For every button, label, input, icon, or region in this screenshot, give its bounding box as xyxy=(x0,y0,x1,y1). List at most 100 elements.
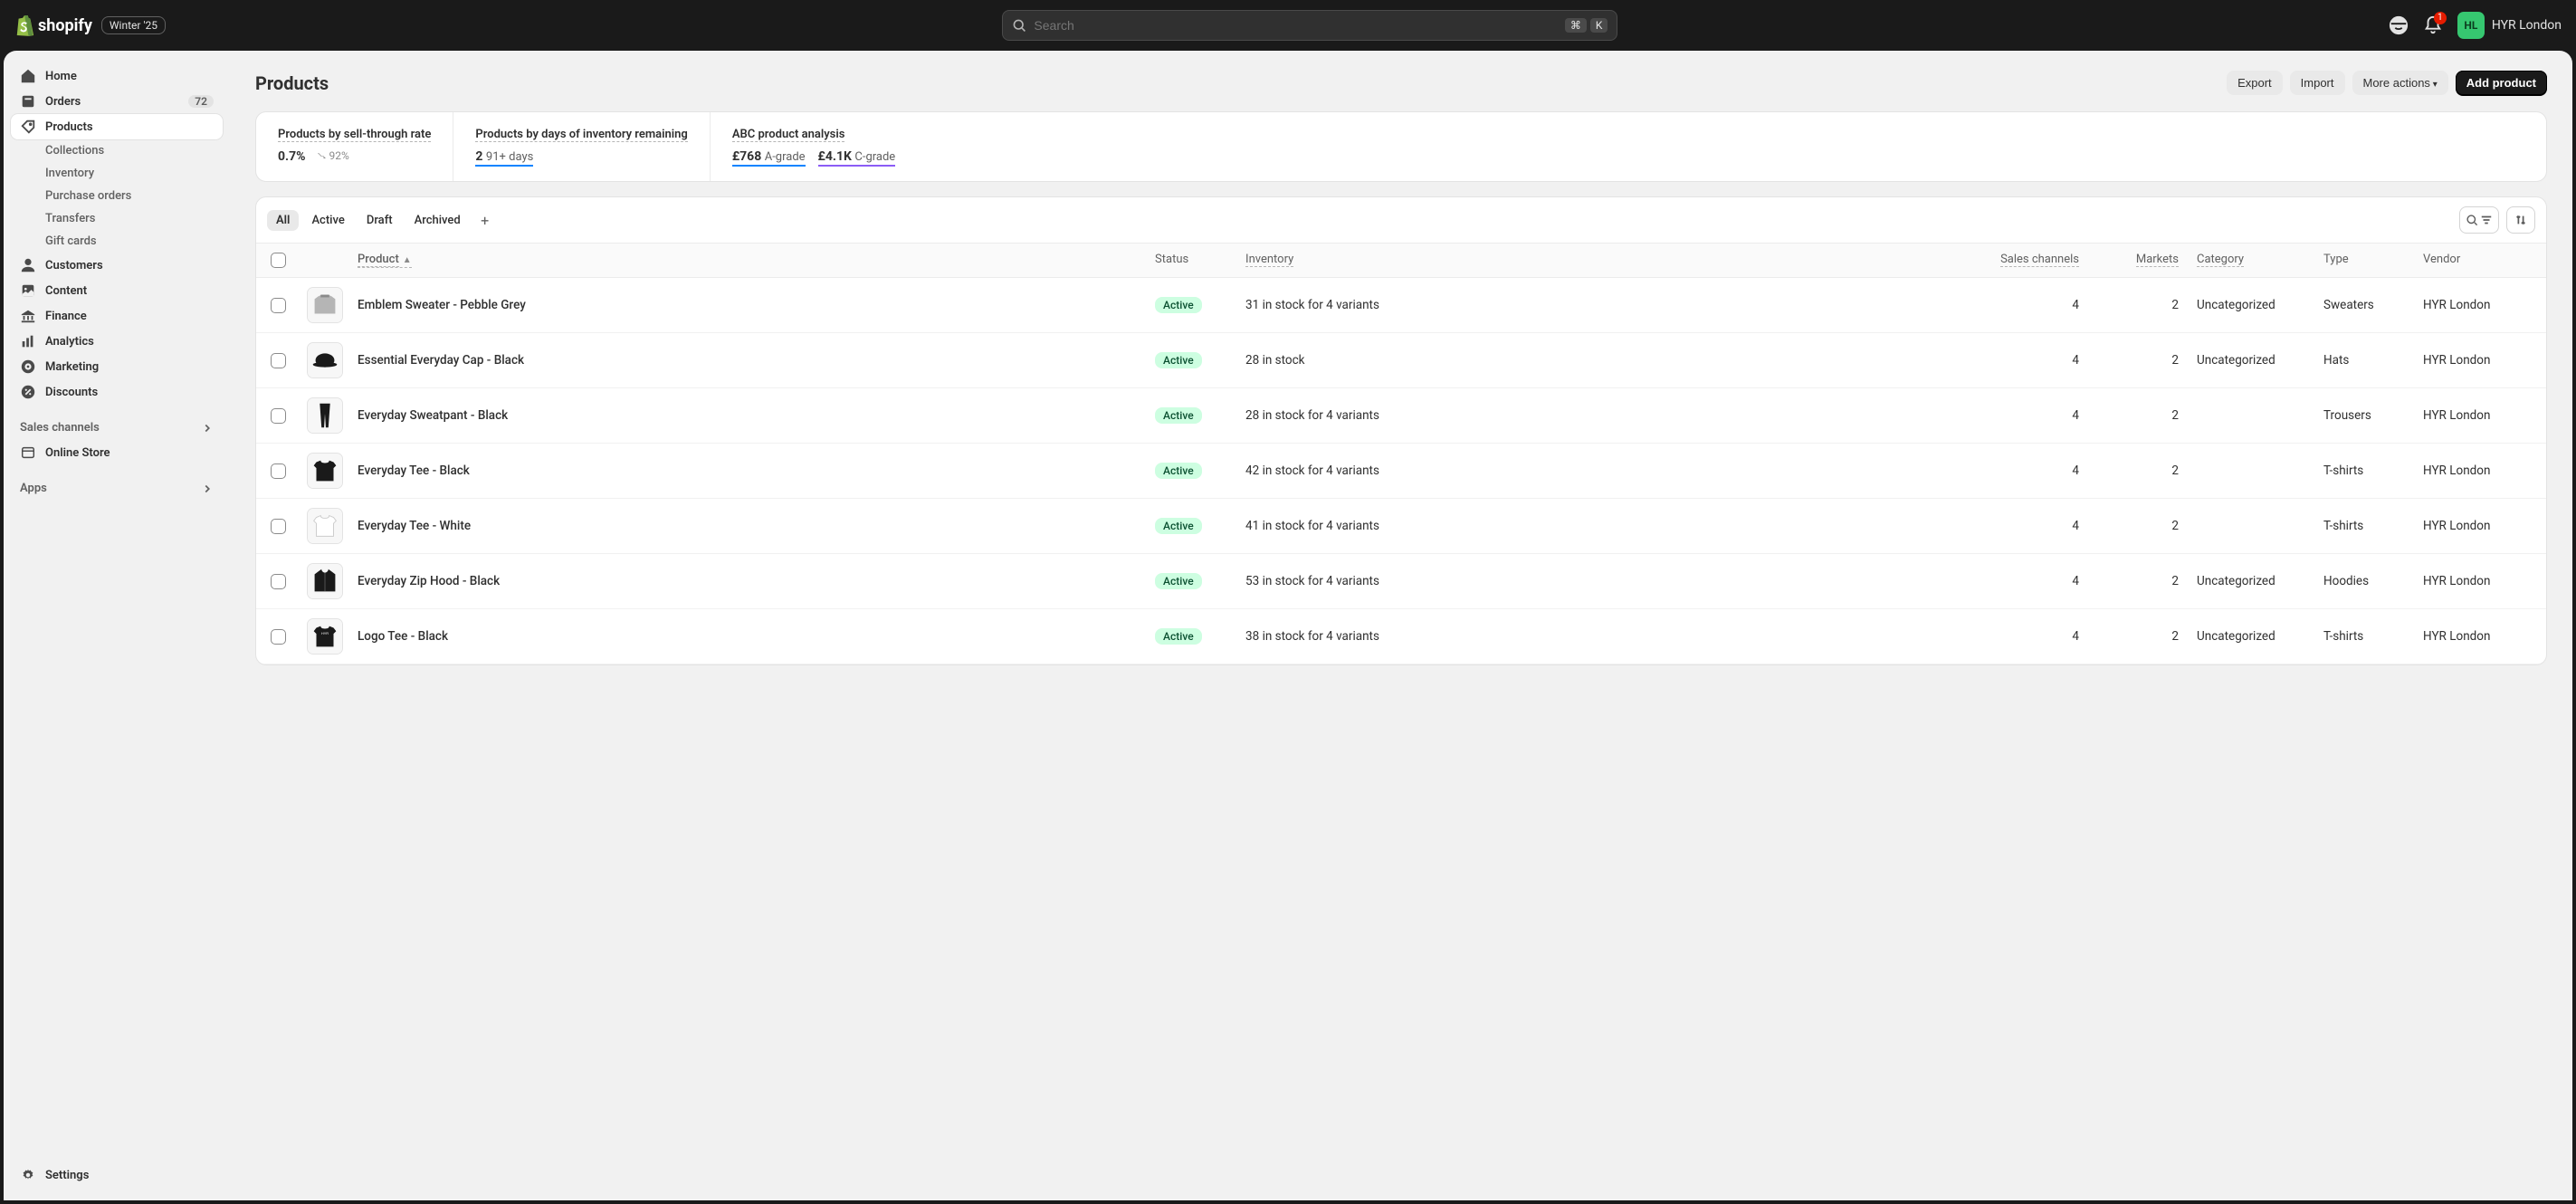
sidebar-item-orders[interactable]: Orders 72 xyxy=(11,89,223,114)
row-checkbox[interactable] xyxy=(271,408,286,424)
col-header-inventory[interactable]: Inventory xyxy=(1245,253,1970,268)
inventory-text: 31 in stock for 4 variants xyxy=(1245,298,1970,312)
search-icon xyxy=(2466,214,2478,226)
search-filter-button[interactable] xyxy=(2459,206,2499,234)
table-row[interactable]: Essential Everyday Cap - Black Active 28… xyxy=(256,333,2546,388)
row-checkbox[interactable] xyxy=(271,519,286,534)
vendor-text: HYR London xyxy=(2423,298,2532,312)
markets-count: 2 xyxy=(2097,298,2197,312)
status-badge: Active xyxy=(1155,628,1202,645)
col-header-category[interactable]: Category xyxy=(2197,253,2323,268)
sidebar: Home Orders 72 Products Collections Inve… xyxy=(4,51,230,1200)
notifications-icon[interactable]: 1 xyxy=(2423,15,2443,35)
topbar: shopify Winter '25 ⌘ K 1 HL HYR London xyxy=(0,0,2576,51)
store-name: HYR London xyxy=(2492,18,2562,33)
type-text: Sweaters xyxy=(2323,298,2423,312)
searchbar[interactable]: ⌘ K xyxy=(1002,10,1617,41)
metric-sell-through[interactable]: Products by sell-through rate 0.7% 92% xyxy=(256,112,453,181)
row-checkbox[interactable] xyxy=(271,629,286,645)
tab-archived[interactable]: Archived xyxy=(405,210,470,231)
row-checkbox[interactable] xyxy=(271,463,286,479)
season-pill[interactable]: Winter '25 xyxy=(101,16,166,34)
col-header-type[interactable]: Type xyxy=(2323,253,2423,268)
sidebar-item-online-store[interactable]: Online Store xyxy=(11,440,223,465)
inventory-text: 53 in stock for 4 variants xyxy=(1245,574,1970,588)
row-checkbox[interactable] xyxy=(271,353,286,368)
sidebar-item-content[interactable]: Content xyxy=(11,278,223,303)
tab-draft[interactable]: Draft xyxy=(358,210,402,231)
table-row[interactable]: Everyday Tee - Black Active 42 in stock … xyxy=(256,444,2546,499)
vendor-text: HYR London xyxy=(2423,353,2532,368)
product-name: Everyday Tee - Black xyxy=(358,463,1155,478)
product-name: Logo Tee - Black xyxy=(358,629,1155,644)
tab-all[interactable]: All xyxy=(267,210,299,231)
table-row[interactable]: Logo Tee - Black Active 38 in stock for … xyxy=(256,609,2546,664)
import-button[interactable]: Import xyxy=(2290,71,2345,95)
table-header: Product ▲ Status Inventory Sales channel… xyxy=(256,244,2546,278)
col-header-vendor[interactable]: Vendor xyxy=(2423,253,2532,268)
sidebar-sub-purchase-orders[interactable]: Purchase orders xyxy=(38,185,223,207)
sales-channels-count: 4 xyxy=(1970,298,2097,312)
sort-button[interactable] xyxy=(2506,206,2535,234)
sidebar-item-products[interactable]: Products xyxy=(11,114,223,139)
col-header-markets[interactable]: Markets xyxy=(2097,253,2197,268)
add-view-button[interactable]: + xyxy=(473,208,497,232)
sidebar-section-apps[interactable]: Apps xyxy=(11,476,223,501)
select-all-checkbox[interactable] xyxy=(271,253,286,268)
nav-label: Analytics xyxy=(45,335,94,349)
type-text: Hoodies xyxy=(2323,574,2423,588)
markets-count: 2 xyxy=(2097,353,2197,368)
metrics-card: Products by sell-through rate 0.7% 92% P… xyxy=(255,111,2547,182)
shopify-logo[interactable]: shopify xyxy=(14,14,92,36)
row-checkbox[interactable] xyxy=(271,298,286,313)
sidebar-sub-transfers[interactable]: Transfers xyxy=(38,207,223,230)
app-shell: Home Orders 72 Products Collections Inve… xyxy=(4,51,2572,1200)
sales-channels-count: 4 xyxy=(1970,408,2097,423)
nav-label: Settings xyxy=(45,1169,89,1182)
markets-count: 2 xyxy=(2097,463,2197,478)
add-product-button[interactable]: Add product xyxy=(2456,71,2547,95)
markets-count: 2 xyxy=(2097,574,2197,588)
sidebar-item-marketing[interactable]: Marketing xyxy=(11,354,223,379)
search-input[interactable] xyxy=(1034,18,1557,33)
metric-title: Products by days of inventory remaining xyxy=(475,128,687,142)
col-label: Sales channels xyxy=(2000,253,2079,267)
table-row[interactable]: Everyday Sweatpant - Black Active 28 in … xyxy=(256,388,2546,444)
customers-icon xyxy=(20,257,36,273)
tabbar-right xyxy=(2459,206,2535,234)
persona-icon[interactable] xyxy=(2389,15,2409,35)
chevron-right-icon xyxy=(201,422,214,435)
inventory-text: 28 in stock xyxy=(1245,353,1970,368)
sidebar-sub-gift-cards[interactable]: Gift cards xyxy=(38,230,223,253)
store-switcher[interactable]: HL HYR London xyxy=(2457,12,2562,39)
table-row[interactable]: Everyday Tee - White Active 41 in stock … xyxy=(256,499,2546,554)
sidebar-item-analytics[interactable]: Analytics xyxy=(11,329,223,354)
row-checkbox[interactable] xyxy=(271,574,286,589)
metric-inventory-days[interactable]: Products by days of inventory remaining … xyxy=(453,112,710,181)
export-button[interactable]: Export xyxy=(2227,71,2283,95)
metric-value: £768 xyxy=(732,149,761,164)
vendor-text: HYR London xyxy=(2423,463,2532,478)
more-actions-button[interactable]: More actions xyxy=(2352,71,2448,95)
sidebar-section-sales-channels[interactable]: Sales channels xyxy=(11,416,223,440)
sidebar-sub-inventory[interactable]: Inventory xyxy=(38,162,223,185)
table-row[interactable]: Emblem Sweater - Pebble Grey Active 31 i… xyxy=(256,278,2546,333)
col-label: Inventory xyxy=(1245,253,1293,267)
type-text: Hats xyxy=(2323,353,2423,368)
sidebar-item-home[interactable]: Home xyxy=(11,63,223,89)
tab-active[interactable]: Active xyxy=(302,210,353,231)
col-header-product[interactable]: Product ▲ xyxy=(358,253,412,268)
col-header-sales[interactable]: Sales channels xyxy=(1970,253,2097,268)
product-thumbnail xyxy=(307,287,343,323)
kbd-cmd: ⌘ xyxy=(1565,18,1587,33)
col-header-status[interactable]: Status xyxy=(1155,253,1245,268)
table-row[interactable]: Everyday Zip Hood - Black Active 53 in s… xyxy=(256,554,2546,609)
sidebar-item-settings[interactable]: Settings xyxy=(11,1162,223,1188)
product-name: Everyday Tee - White xyxy=(358,519,1155,533)
sidebar-item-discounts[interactable]: Discounts xyxy=(11,379,223,405)
sidebar-item-customers[interactable]: Customers xyxy=(11,253,223,278)
metric-abc[interactable]: ABC product analysis £768 A-grade £4.1K … xyxy=(711,112,917,181)
sidebar-item-finance[interactable]: Finance xyxy=(11,303,223,329)
metric-sub: A-grade xyxy=(765,150,806,164)
sidebar-sub-collections[interactable]: Collections xyxy=(38,139,223,162)
